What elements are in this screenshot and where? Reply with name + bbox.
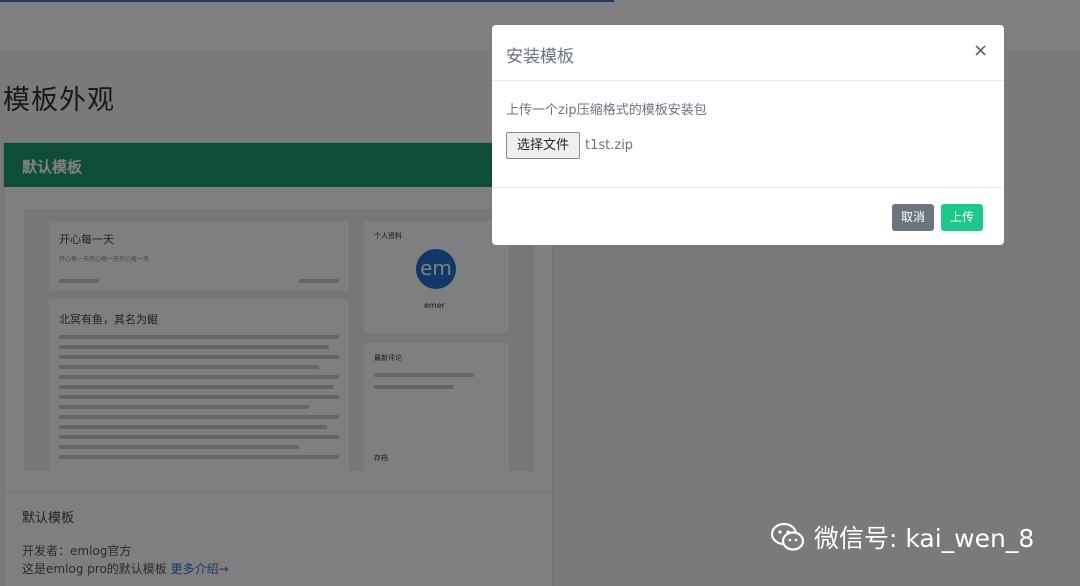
divider bbox=[492, 187, 1004, 188]
modal-header: 安装模板 × bbox=[492, 25, 1004, 81]
modal-title: 安装模板 bbox=[506, 47, 574, 67]
install-template-modal: 安装模板 × 上传一个zip压缩格式的模板安装包 选择文件 t1st.zip 取… bbox=[492, 25, 1004, 245]
cancel-button[interactable]: 取消 bbox=[892, 204, 934, 231]
watermark-text: 微信号: kai_wen_8 bbox=[814, 524, 1035, 553]
close-icon[interactable]: × bbox=[973, 41, 988, 61]
choose-file-button[interactable]: 选择文件 bbox=[506, 132, 580, 159]
wechat-watermark: 微信号: kai_wen_8 bbox=[770, 520, 1034, 554]
wechat-icon bbox=[770, 522, 805, 551]
upload-button[interactable]: 上传 bbox=[941, 204, 983, 231]
selected-file-name: t1st.zip bbox=[585, 138, 634, 153]
upload-hint: 上传一个zip压缩格式的模板安装包 bbox=[506, 103, 707, 118]
